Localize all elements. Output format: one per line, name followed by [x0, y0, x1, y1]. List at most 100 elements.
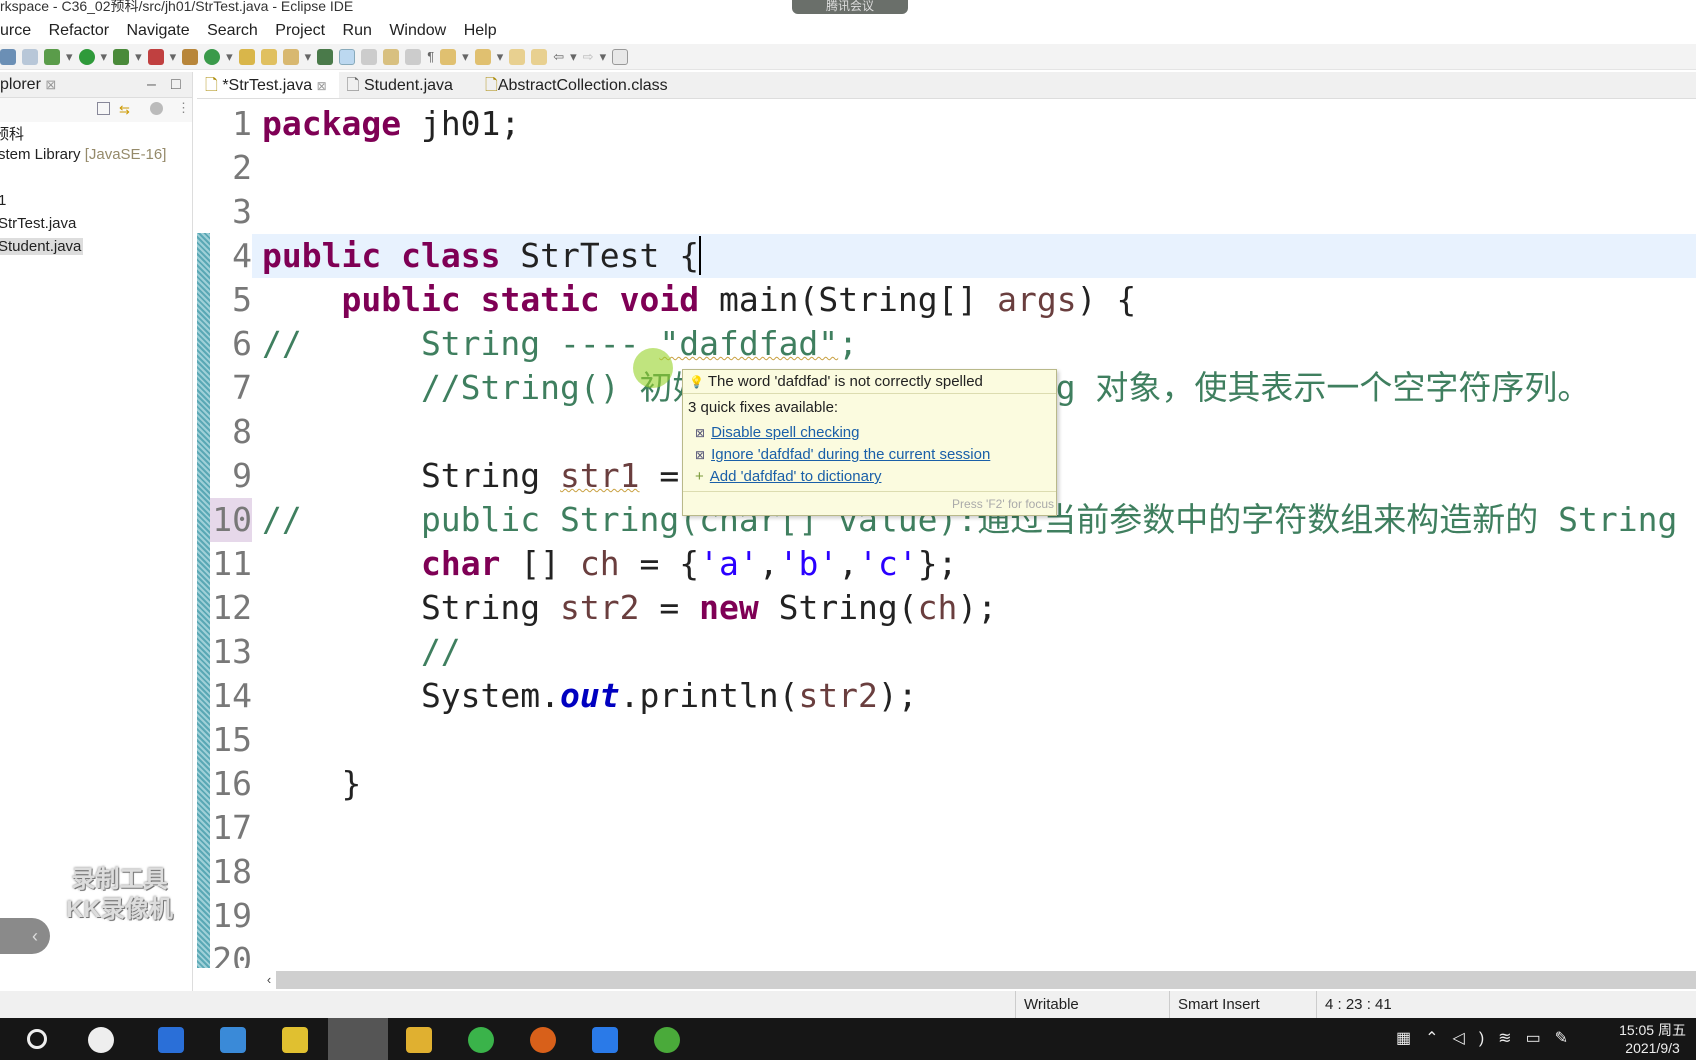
toggle-icon[interactable]: [361, 48, 378, 65]
keyword: class: [401, 236, 501, 275]
show-whitespace-icon[interactable]: [405, 48, 422, 65]
block-selection-icon[interactable]: [383, 48, 400, 65]
open-folder-icon[interactable]: [260, 48, 277, 65]
code-line: 6 // String ---- "dafdfad";: [210, 322, 1696, 366]
static-field: out: [560, 676, 620, 715]
filter-icon[interactable]: [150, 102, 163, 115]
run-icon[interactable]: [78, 48, 95, 65]
new-java-package-icon[interactable]: [182, 48, 199, 65]
package-explorer-tab[interactable]: plorer ⊠ – □: [0, 72, 192, 98]
quick-fix-link[interactable]: Ignore 'dafdfad' during the current sess…: [711, 446, 990, 463]
search-icon[interactable]: [282, 48, 299, 65]
code-text: ) {: [1076, 280, 1137, 319]
code-text: ,: [758, 544, 779, 583]
status-bar: Writable Smart Insert 4 : 23 : 41: [0, 991, 1696, 1018]
line-number: 1: [232, 104, 252, 143]
char-literal: 'a': [699, 544, 759, 583]
menu-navigate[interactable]: Navigate: [127, 22, 190, 39]
start-icon[interactable]: [27, 1029, 47, 1049]
tree-item-package[interactable]: 1: [0, 192, 6, 209]
menu-search[interactable]: Search: [207, 22, 258, 39]
close-tab-icon[interactable]: ⊠: [317, 79, 327, 93]
code-line: 18: [210, 850, 1696, 894]
app-icon[interactable]: [530, 1027, 556, 1053]
pilcrow-icon[interactable]: ¶: [427, 49, 434, 64]
char-literal: 'b': [778, 544, 839, 583]
last-edit-icon[interactable]: [509, 48, 526, 65]
tab-label: AbstractCollection.class: [497, 77, 668, 94]
status-cursor-position[interactable]: 4 : 23 : 41: [1316, 991, 1466, 1018]
forward-icon[interactable]: ⇨: [583, 49, 594, 65]
tab-student[interactable]: 🗋 Student.java: [339, 72, 465, 98]
tree-item-system-library[interactable]: stem Library [JavaSE-16]: [0, 146, 166, 163]
external-tools-icon[interactable]: [147, 48, 164, 65]
code-area[interactable]: 1 package jh01; 2 3 4 public class StrTest…: [210, 102, 1696, 968]
wechat-icon[interactable]: [468, 1027, 494, 1053]
quick-fix-item[interactable]: ⊠ Disable spell checking: [683, 422, 1056, 444]
quick-fix-link[interactable]: Disable spell checking: [711, 424, 859, 441]
quick-fix-item[interactable]: ⊠ Ignore 'dafdfad' during the current ses…: [683, 444, 1056, 466]
skip-breakpoints-icon[interactable]: [22, 48, 38, 65]
back-icon[interactable]: ⇦: [553, 49, 564, 65]
misspelled-word[interactable]: "dafdfad": [659, 324, 838, 363]
tree-item-project[interactable]: 预科: [0, 123, 24, 144]
tree-item-strtest[interactable]: StrTest.java: [0, 215, 76, 232]
menu-run[interactable]: Run: [343, 22, 372, 39]
file-explorer-icon[interactable]: [406, 1027, 432, 1053]
menu-refactor[interactable]: Refactor: [49, 22, 109, 39]
save-icon[interactable]: [0, 48, 16, 65]
tab-strtest[interactable]: 🗋 *StrTest.java ⊠: [197, 72, 339, 98]
tree-item-student[interactable]: Student.java: [0, 238, 84, 255]
view-menu-icon[interactable]: ⋮: [177, 100, 190, 116]
menu-source[interactable]: urce: [0, 22, 31, 39]
line-number: 19: [212, 896, 252, 935]
browser-icon[interactable]: [654, 1027, 680, 1053]
coverage-icon[interactable]: [113, 48, 130, 65]
tray-icons[interactable]: ▦⌃◁)≋▭✎: [1396, 1028, 1582, 1048]
meeting-badge[interactable]: 腾讯会议: [792, 0, 908, 14]
minimize-icon[interactable]: –: [147, 72, 156, 98]
new-class-icon[interactable]: [204, 48, 221, 65]
variable: ch: [579, 544, 620, 583]
quick-fix-link[interactable]: Add 'dafdfad' to dictionary: [710, 468, 882, 485]
watermark-line: 录制工具: [71, 866, 168, 893]
eclipse-taskbar-button[interactable]: [328, 1018, 388, 1060]
line-number: 14: [212, 676, 252, 715]
clock[interactable]: 15:05 周五 2021/9/3: [1619, 1021, 1686, 1057]
next-annotation-icon[interactable]: [440, 48, 457, 65]
debug-icon[interactable]: [44, 48, 60, 65]
menu-project[interactable]: Project: [275, 22, 325, 39]
forward-edit-icon[interactable]: [531, 48, 548, 65]
close-icon[interactable]: ⊠: [45, 77, 56, 92]
collapse-pill-button[interactable]: ‹: [0, 918, 50, 954]
prev-annotation-icon[interactable]: [474, 48, 491, 65]
horizontal-scrollbar[interactable]: [262, 971, 1696, 989]
menu-window[interactable]: Window: [389, 22, 446, 39]
code-line: 2: [210, 146, 1696, 190]
code-text: );: [957, 588, 998, 627]
scroll-left-arrow[interactable]: ‹: [262, 971, 276, 989]
code-text: );: [877, 676, 918, 715]
maximize-icon[interactable]: □: [171, 72, 181, 98]
status-insert-mode[interactable]: Smart Insert: [1169, 991, 1316, 1018]
menu-help[interactable]: Help: [464, 22, 497, 39]
pin-icon[interactable]: [317, 48, 334, 65]
open-perspective-icon[interactable]: [612, 48, 629, 65]
wps-icon[interactable]: [158, 1027, 184, 1053]
help-icon[interactable]: [282, 1027, 308, 1053]
clock-time: 15:05 周五: [1619, 1022, 1686, 1038]
collapse-all-icon[interactable]: [97, 102, 110, 115]
app-icon[interactable]: [592, 1027, 618, 1053]
code-text: String: [262, 456, 561, 495]
open-type-icon[interactable]: [238, 48, 255, 65]
mark-occurrences-icon[interactable]: [339, 48, 356, 65]
tab-abstractcollection[interactable]: 🗋AbstractCollection.class: [465, 72, 680, 98]
line-number: 15: [212, 720, 252, 759]
app-icon[interactable]: [220, 1027, 246, 1053]
link-editor-icon[interactable]: ⇆: [119, 102, 130, 118]
quick-fix-item[interactable]: + Add 'dafdfad' to dictionary: [683, 466, 1056, 488]
app-icon[interactable]: [88, 1027, 114, 1053]
